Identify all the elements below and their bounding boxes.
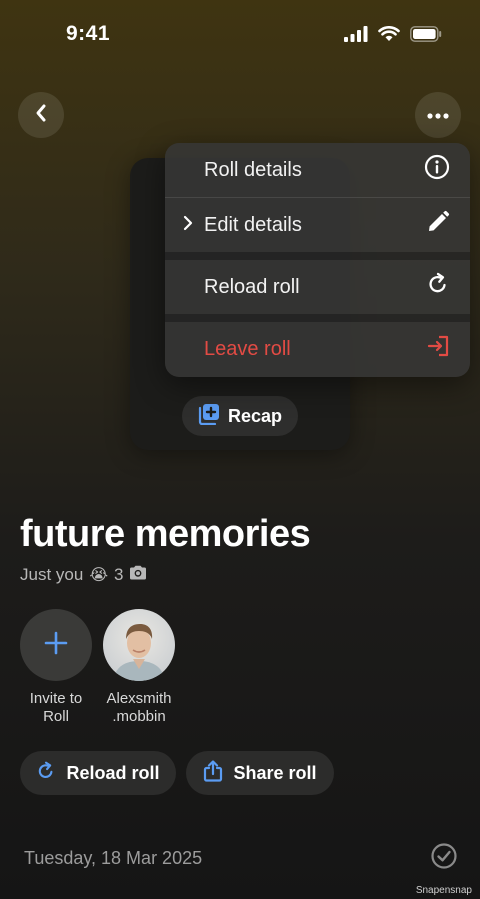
crying-emoji: 😭 — [89, 567, 109, 584]
avatar[interactable] — [103, 609, 175, 681]
recap-label: Recap — [227, 405, 283, 426]
status-time: 9:41 — [66, 22, 111, 45]
leave-icon — [426, 334, 450, 364]
more-icon — [427, 106, 449, 124]
info-icon — [424, 154, 450, 186]
camera-icon — [129, 565, 147, 585]
menu-item-label: Leave roll — [204, 337, 291, 360]
signal-icon — [344, 26, 368, 47]
context-menu: Roll details Edit details Reload roll Le… — [165, 143, 470, 377]
day-date: Tuesday, 18 Mar 2025 — [24, 848, 203, 868]
menu-item-reload-roll[interactable]: Reload roll — [165, 260, 470, 314]
reload-icon — [36, 761, 56, 786]
menu-item-label: Edit details — [204, 213, 302, 236]
reload-icon — [426, 272, 450, 302]
select-day-button[interactable] — [430, 842, 458, 875]
invite-button[interactable] — [20, 609, 92, 681]
reload-roll-label: Reload roll — [66, 762, 160, 783]
roll-subtitle-text: Just you — [20, 565, 84, 584]
share-roll-label: Share roll — [233, 762, 317, 783]
status-icons — [344, 26, 442, 47]
wifi-icon — [378, 26, 400, 47]
recap-icon — [198, 403, 220, 430]
reload-roll-button[interactable]: Reload roll — [20, 751, 176, 795]
menu-divider — [165, 252, 470, 260]
watermark: Snapensnap — [415, 885, 472, 896]
roll-title: future memories — [20, 513, 311, 555]
status-bar: 9:41 — [0, 0, 480, 70]
menu-item-label: Reload roll — [204, 275, 300, 298]
share-icon — [203, 759, 223, 787]
plus-icon — [44, 631, 68, 660]
invite-label: Invite to Roll — [29, 690, 83, 725]
battery-icon — [410, 26, 442, 47]
menu-item-label: Roll details — [204, 158, 302, 181]
checkmark-circle-icon — [430, 843, 458, 874]
chevron-left-icon — [34, 103, 48, 128]
chevron-right-icon — [183, 214, 193, 237]
pencil-icon — [426, 210, 450, 240]
recap-button[interactable]: Recap — [182, 396, 298, 436]
menu-divider — [165, 314, 470, 322]
photo-count: 3 — [114, 565, 124, 584]
menu-item-roll-details[interactable]: Roll details — [165, 143, 470, 197]
menu-item-edit-details[interactable]: Edit details — [165, 198, 470, 252]
member-label: Alexsmith .mobbin — [106, 690, 172, 725]
back-button[interactable] — [18, 92, 64, 138]
more-options-button[interactable] — [415, 92, 461, 138]
menu-item-leave-roll[interactable]: Leave roll — [165, 322, 470, 376]
roll-subtitle: Just you 😭 3 — [20, 565, 147, 585]
share-roll-button[interactable]: Share roll — [186, 751, 334, 795]
